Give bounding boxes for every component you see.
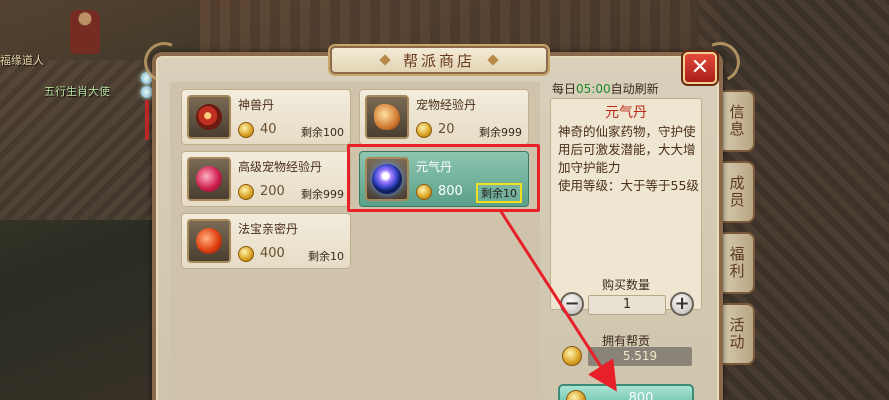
item-name: 神兽丹	[238, 98, 275, 112]
tab-info[interactable]: 信息	[721, 90, 755, 152]
tab-activity[interactable]: 活动	[721, 303, 755, 365]
refresh-time: 05:00	[576, 82, 611, 96]
coin-icon	[566, 390, 586, 400]
contribution-row: 5.519	[562, 346, 692, 368]
shop-item-shenshou-dan[interactable]: 神兽丹 40 剩余100	[181, 89, 351, 145]
buy-button[interactable]: 800	[558, 384, 694, 400]
quantity-input[interactable]: 1	[588, 295, 666, 315]
shop-item-fabao-intimacy-pill[interactable]: 法宝亲密丹 400 剩余10	[181, 213, 351, 269]
quantity-stepper: − 1 +	[560, 292, 694, 318]
quantity-label: 购买数量	[601, 278, 650, 292]
item-price: 400	[260, 246, 285, 261]
item-icon-frame	[365, 95, 409, 139]
item-name: 法宝亲密丹	[238, 222, 299, 236]
tab-members[interactable]: 成员	[721, 161, 755, 223]
selection-highlight-box	[347, 144, 540, 212]
close-icon: ✕	[690, 55, 710, 80]
diamond-ornament-icon	[487, 54, 499, 66]
item-description: 神奇的仙家药物，守护使用后可激发潜能，大大增加守护能力 使用等级：大于等于55级	[558, 123, 700, 195]
item-stock: 剩余100	[301, 126, 344, 139]
advanced-pet-exp-pill-icon	[196, 166, 222, 192]
item-price: 200	[260, 184, 285, 199]
level-requirement: 使用等级：大于等于55级	[558, 178, 699, 193]
shop-item-pet-exp-pill[interactable]: 宠物经验丹 20 剩余999	[359, 89, 529, 145]
panel-title-bar: 帮派商店	[330, 46, 548, 74]
item-detail-panel: 每日05:00自动刷新 元气丹 神奇的仙家药物，守护使用后可激发潜能，大大增加守…	[550, 80, 702, 400]
pet-exp-pill-icon	[374, 104, 400, 130]
npc-name-label: 五行生肖大使	[44, 85, 110, 98]
shenshou-dan-icon	[196, 104, 222, 130]
increase-quantity-button[interactable]: +	[670, 292, 694, 316]
decrease-quantity-button[interactable]: −	[560, 292, 584, 316]
item-stock: 剩余999	[479, 126, 522, 139]
diamond-ornament-icon	[379, 54, 391, 66]
npc-character[interactable]	[70, 10, 100, 54]
description-text: 神奇的仙家药物，守护使用后可激发潜能，大大增加守护能力	[558, 124, 696, 175]
item-price: 20	[438, 122, 455, 137]
coin-icon	[238, 122, 254, 138]
shop-item-advanced-pet-exp-pill[interactable]: 高级宠物经验丹 200 剩余999	[181, 151, 351, 207]
page-title: 帮派商店	[402, 51, 475, 70]
refresh-prefix: 每日	[552, 82, 577, 96]
refresh-suffix: 自动刷新	[610, 82, 659, 96]
coin-icon	[238, 184, 254, 200]
item-icon-frame	[187, 219, 231, 263]
npc-name-label: 福缘道人	[0, 54, 44, 67]
item-name: 宠物经验丹	[416, 98, 477, 112]
coin-icon	[238, 246, 254, 262]
detail-item-name: 元气丹	[605, 105, 647, 121]
item-icon-frame	[187, 157, 231, 201]
item-stock: 剩余999	[301, 188, 344, 201]
coin-icon	[416, 122, 432, 138]
item-stock: 剩余10	[308, 250, 344, 263]
tab-welfare[interactable]: 福利	[721, 232, 755, 294]
refresh-notice: 每日05:00自动刷新	[552, 80, 659, 97]
fabao-intimacy-pill-icon	[196, 228, 222, 254]
item-icon-frame	[187, 95, 231, 139]
contribution-value: 5.519	[588, 347, 692, 366]
buy-price: 800	[628, 391, 654, 400]
side-tab-list: 信息 成员 福利 活动	[721, 90, 755, 374]
item-price: 40	[260, 122, 277, 137]
coin-icon	[562, 346, 582, 366]
item-name: 高级宠物经验丹	[238, 160, 323, 174]
